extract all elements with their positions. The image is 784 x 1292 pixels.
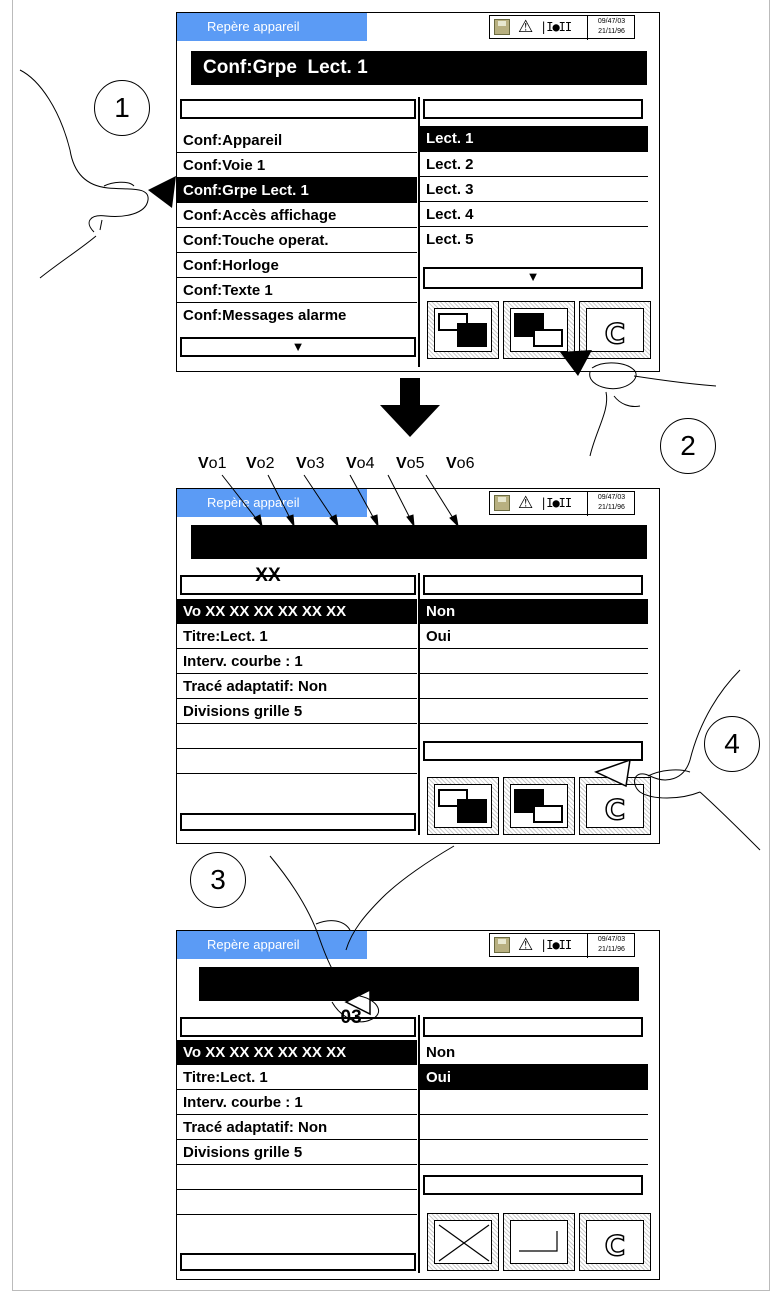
hand-2-icon <box>589 362 717 457</box>
pointer-arrow-icon <box>148 176 176 208</box>
hand-4-icon <box>634 669 761 851</box>
pointer-arrow-icon <box>560 350 592 376</box>
pointer-arrow-icon <box>594 758 631 788</box>
down-arrow-icon <box>380 378 440 437</box>
hand-1-icon <box>19 69 149 279</box>
pointer-arrow-icon <box>344 988 371 1016</box>
vo-pointer-arrows <box>221 474 459 528</box>
annotation-overlay <box>19 69 761 1023</box>
